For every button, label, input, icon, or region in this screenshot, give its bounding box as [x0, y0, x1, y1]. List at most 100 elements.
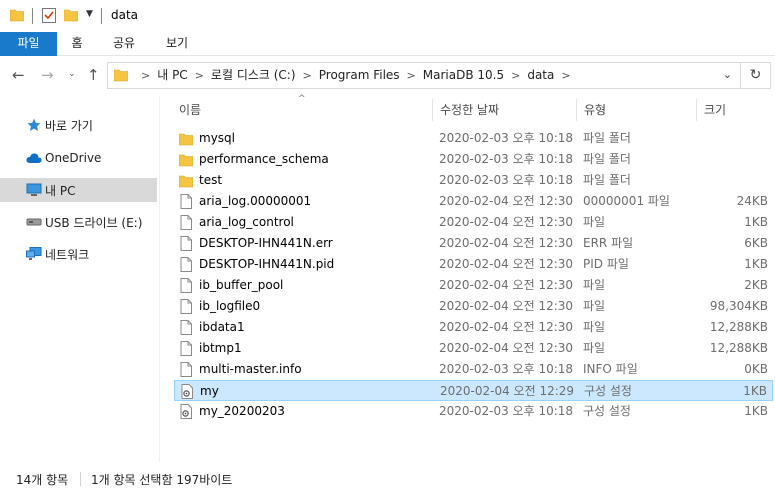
file-name: aria_log_control — [199, 215, 294, 229]
title-bar: ▼ data — [0, 0, 775, 32]
column-header-name[interactable]: 이름 — [179, 98, 201, 122]
file-modified-date: 2020-02-04 오전 12:30 — [439, 194, 574, 208]
folder-icon — [114, 69, 128, 82]
star-icon — [26, 118, 42, 132]
chevron-right-icon[interactable]: > — [561, 63, 570, 88]
file-type: ERR 파일 — [583, 236, 634, 250]
tab-view[interactable]: 보기 — [163, 32, 191, 56]
file-modified-date: 2020-02-03 오후 10:18 — [439, 362, 574, 376]
cloud-icon — [26, 151, 42, 165]
sidebar-item-this-pc[interactable]: 내 PC — [0, 178, 157, 202]
file-modified-date: 2020-02-04 오전 12:30 — [439, 341, 574, 355]
config-file-icon — [180, 384, 194, 399]
address-history-chevron-icon[interactable]: ⌄ — [723, 68, 732, 81]
tab-share[interactable]: 공유 — [110, 32, 138, 56]
file-size: 1KB — [744, 404, 768, 418]
navigation-pane: 바로 가기 OneDrive 내 PC USB 드라이브 (E:) 네트워크 — [0, 96, 160, 462]
file-row[interactable]: performance_schema 2020-02-03 오후 10:18 파일 … — [174, 149, 773, 170]
file-size: 98,304KB — [709, 299, 768, 313]
file-name: ibtmp1 — [199, 341, 242, 355]
breadcrumb-item-local-disk[interactable]: 로컬 디스크 (C:) — [211, 63, 296, 88]
file-name: my_20200203 — [199, 404, 285, 418]
file-type: INFO 파일 — [583, 362, 638, 376]
sidebar-item-label: USB 드라이브 (E:) — [45, 215, 143, 230]
sidebar-item-label: 네트워크 — [45, 247, 90, 262]
refresh-icon: ↻ — [749, 67, 762, 83]
properties-icon[interactable] — [42, 8, 56, 23]
file-row[interactable]: test 2020-02-03 오후 10:18 파일 폴더 — [174, 170, 773, 191]
breadcrumb-item-this-pc[interactable]: 내 PC — [157, 63, 187, 88]
file-name: multi-master.info — [199, 362, 302, 376]
chevron-right-icon[interactable]: > — [141, 63, 150, 88]
file-icon — [179, 257, 193, 272]
customize-toolbar-dropdown-icon[interactable]: ▼ — [86, 9, 93, 19]
chevron-right-icon[interactable]: > — [511, 63, 520, 88]
status-bar: 14개 항목 1개 항목 선택함 197바이트 — [0, 462, 775, 492]
chevron-right-icon[interactable]: > — [195, 63, 204, 88]
sidebar-item-usb-drive[interactable]: USB 드라이브 (E:) — [0, 210, 157, 234]
chevron-right-icon[interactable]: > — [407, 63, 416, 88]
quick-access-separator — [32, 8, 33, 24]
column-divider[interactable] — [696, 99, 697, 121]
file-size: 12,288KB — [709, 320, 768, 334]
recent-locations-chevron-icon[interactable]: ⌄ — [68, 69, 76, 79]
file-row[interactable]: ib_logfile0 2020-02-04 오전 12:30 파일 98,304KB — [174, 296, 773, 317]
file-row[interactable]: DESKTOP-IHN441N.pid 2020-02-04 오전 12:30 PI… — [174, 254, 773, 275]
file-size: 0KB — [744, 362, 768, 376]
file-modified-date: 2020-02-03 오후 10:18 — [439, 404, 574, 418]
file-type: 구성 설정 — [583, 404, 631, 418]
file-icon — [179, 194, 193, 209]
sidebar-item-network[interactable]: 네트워크 — [0, 242, 157, 266]
computer-icon — [26, 183, 42, 197]
column-divider[interactable] — [576, 99, 577, 121]
tab-home[interactable]: 홈 — [66, 32, 88, 56]
column-header-type[interactable]: 유형 — [584, 98, 606, 122]
file-modified-date: 2020-02-04 오전 12:30 — [439, 320, 574, 334]
file-row[interactable]: DESKTOP-IHN441N.err 2020-02-04 오전 12:30 ER… — [174, 233, 773, 254]
folder-icon[interactable] — [10, 8, 24, 22]
file-icon — [179, 362, 193, 377]
up-arrow-icon[interactable]: ↑ — [87, 66, 100, 84]
file-row[interactable]: aria_log.00000001 2020-02-04 오전 12:30 0000… — [174, 191, 773, 212]
file-name: test — [199, 173, 223, 187]
sidebar-item-quick-access[interactable]: 바로 가기 — [0, 113, 157, 137]
selection-info: 1개 항목 선택함 197바이트 — [91, 473, 233, 487]
refresh-button[interactable]: ↻ — [741, 62, 771, 89]
file-modified-date: 2020-02-04 오전 12:30 — [439, 215, 574, 229]
file-name: my — [200, 384, 219, 398]
file-row[interactable]: mysql 2020-02-03 오후 10:18 파일 폴더 — [174, 128, 773, 149]
file-row[interactable]: ibdata1 2020-02-04 오전 12:30 파일 12,288KB — [174, 317, 773, 338]
address-bar[interactable]: > 내 PC > 로컬 디스크 (C:) > Program Files > M… — [107, 62, 741, 89]
file-modified-date: 2020-02-04 오전 12:30 — [439, 236, 574, 250]
usb-drive-icon — [26, 215, 42, 229]
file-name: ib_logfile0 — [199, 299, 261, 313]
status-separator — [80, 472, 81, 486]
sidebar-item-onedrive[interactable]: OneDrive — [0, 146, 157, 170]
ribbon-tabs: 파일 홈 공유 보기 — [0, 32, 775, 56]
file-row[interactable]: ib_buffer_pool 2020-02-04 오전 12:30 파일 2KB — [174, 275, 773, 296]
column-header-date[interactable]: 수정한 날짜 — [440, 98, 499, 122]
breadcrumb-item-program-files[interactable]: Program Files — [319, 63, 400, 88]
file-modified-date: 2020-02-03 오후 10:18 — [439, 173, 574, 187]
file-row[interactable]: my_20200203 2020-02-03 오후 10:18 구성 설정 1KB — [174, 401, 773, 422]
forward-arrow-icon[interactable]: → — [41, 66, 54, 84]
column-header-size[interactable]: 크기 — [704, 98, 726, 122]
file-size: 24KB — [736, 194, 768, 208]
sort-ascending-icon: ^ — [298, 94, 306, 104]
file-type: 파일 폴더 — [583, 173, 631, 187]
folder-icon — [178, 131, 194, 146]
file-row[interactable]: multi-master.info 2020-02-03 오후 10:18 INFO… — [174, 359, 773, 380]
tab-file[interactable]: 파일 — [0, 32, 57, 56]
file-row[interactable]: ibtmp1 2020-02-04 오전 12:30 파일 12,288KB — [174, 338, 773, 359]
file-row[interactable]: aria_log_control 2020-02-04 오전 12:30 파일 1KB — [174, 212, 773, 233]
new-folder-icon[interactable] — [64, 8, 78, 22]
breadcrumb-item-data[interactable]: data — [527, 63, 554, 88]
breadcrumb-item-mariadb[interactable]: MariaDB 10.5 — [423, 63, 504, 88]
back-arrow-icon[interactable]: ← — [12, 66, 25, 84]
file-icon — [179, 215, 193, 230]
column-divider[interactable] — [432, 99, 433, 121]
chevron-right-icon[interactable]: > — [303, 63, 312, 88]
file-size: 6KB — [744, 236, 768, 250]
file-icon — [179, 299, 193, 314]
file-row[interactable]: my 2020-02-04 오전 12:29 구성 설정 1KB — [174, 380, 773, 401]
